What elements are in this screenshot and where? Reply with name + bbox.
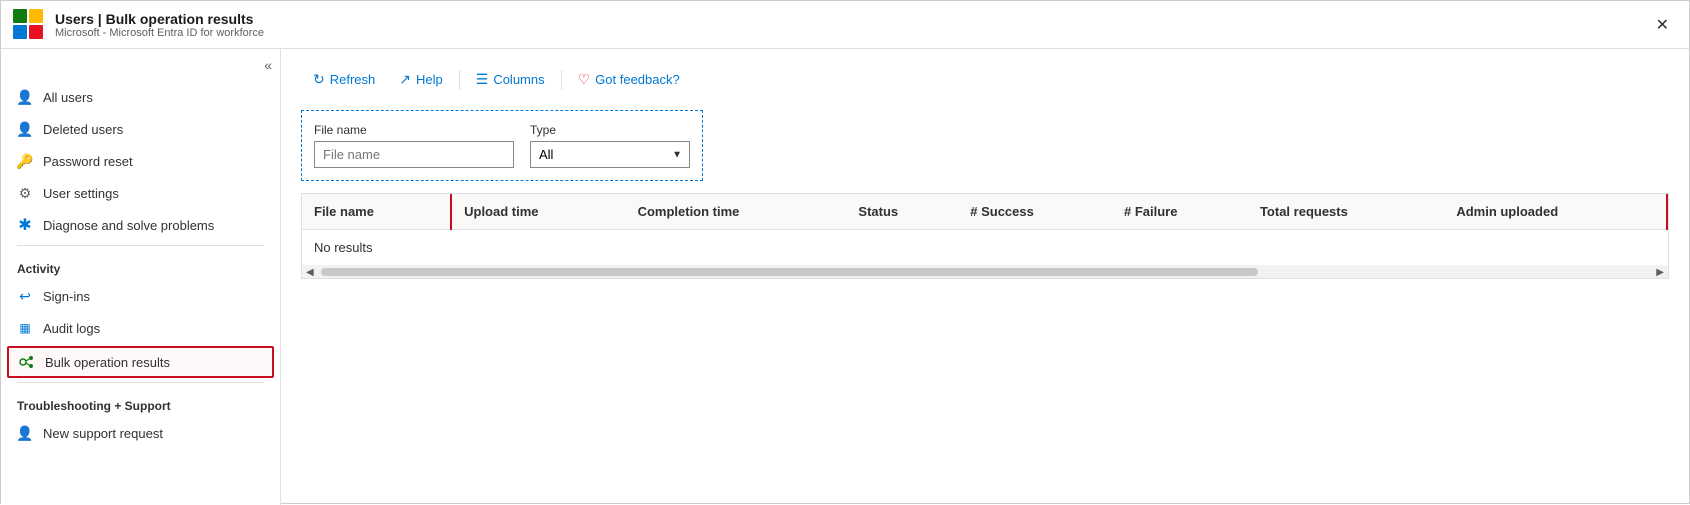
sidebar-item-sign-ins[interactable]: ↩ Sign-ins (1, 280, 280, 312)
no-results-text: No results (302, 230, 1667, 266)
columns-icon: ☰ (476, 71, 489, 88)
title-bar-left: Users | Bulk operation results Microsoft… (13, 9, 264, 41)
sidebar-item-new-support[interactable]: 👤 New support request (1, 417, 280, 449)
feedback-icon: ♡ (578, 71, 591, 88)
scrollbar-track[interactable] (316, 268, 1655, 276)
col-admin-uploaded: Admin uploaded (1444, 194, 1667, 230)
table-header-row: File name Upload time Completion time St… (302, 194, 1667, 230)
troubleshooting-section-label: Troubleshooting + Support (1, 387, 280, 417)
diagnose-icon: ✱ (17, 217, 33, 233)
collapse-button[interactable]: « (264, 57, 272, 73)
table-body: No results (302, 230, 1667, 266)
sidebar-item-label: All users (43, 90, 93, 105)
sidebar-item-label: Bulk operation results (45, 355, 170, 370)
table-header: File name Upload time Completion time St… (302, 194, 1667, 230)
horizontal-scrollbar[interactable]: ◀ ▶ (302, 266, 1668, 278)
close-button[interactable]: ✕ (1648, 11, 1677, 39)
sidebar-item-all-users[interactable]: 👤 All users (1, 81, 280, 113)
type-filter: Type All Bulk create Bulk invite Bulk de… (530, 123, 690, 168)
title-text: Users | Bulk operation results Microsoft… (55, 11, 264, 39)
refresh-label: Refresh (330, 72, 376, 87)
new-support-icon: 👤 (17, 425, 33, 441)
data-table: File name Upload time Completion time St… (302, 194, 1668, 266)
col-completion-time: Completion time (626, 194, 847, 230)
toolbar-divider-2 (561, 70, 562, 90)
sidebar-item-deleted-users[interactable]: 👤 Deleted users (1, 113, 280, 145)
file-name-label: File name (314, 123, 514, 137)
sidebar-item-label: Password reset (43, 154, 133, 169)
sidebar-item-user-settings[interactable]: ⚙ User settings (1, 177, 280, 209)
feedback-button[interactable]: ♡ Got feedback? (566, 65, 692, 94)
sidebar-item-label: User settings (43, 186, 119, 201)
file-name-filter: File name (314, 123, 514, 168)
feedback-label: Got feedback? (595, 72, 680, 87)
sidebar-item-label: Deleted users (43, 122, 123, 137)
scroll-left-icon[interactable]: ◀ (304, 267, 316, 278)
help-label: Help (416, 72, 443, 87)
main-layout: « 👤 All users 👤 Deleted users 🔑 Password… (1, 49, 1689, 505)
scrollbar-thumb[interactable] (321, 268, 1258, 276)
col-upload-time: Upload time (451, 194, 625, 230)
title-bar: Users | Bulk operation results Microsoft… (1, 1, 1689, 49)
sidebar-item-audit-logs[interactable]: ▦ Audit logs (1, 312, 280, 344)
no-results-row: No results (302, 230, 1667, 266)
divider-troubleshooting (17, 382, 264, 383)
bulk-operation-icon (19, 354, 35, 370)
sidebar-collapse: « (1, 57, 280, 81)
sidebar-item-bulk-operation-highlight: Bulk operation results (7, 346, 274, 378)
refresh-button[interactable]: ↻ Refresh (301, 65, 387, 94)
all-users-icon: 👤 (17, 89, 33, 105)
page-title: Users | Bulk operation results (55, 11, 264, 27)
columns-label: Columns (493, 72, 544, 87)
columns-button[interactable]: ☰ Columns (464, 65, 557, 94)
toolbar-divider-1 (459, 70, 460, 90)
sign-ins-icon: ↩ (17, 288, 33, 304)
content-area: ↻ Refresh ↗ Help ☰ Columns ♡ Got feedbac… (281, 49, 1689, 505)
col-file-name: File name (302, 194, 451, 230)
type-label: Type (530, 123, 690, 137)
sidebar-item-label: Audit logs (43, 321, 100, 336)
col-total-requests: Total requests (1248, 194, 1444, 230)
type-select-wrapper: All Bulk create Bulk invite Bulk delete … (530, 141, 690, 168)
page-subtitle: Microsoft - Microsoft Entra ID for workf… (55, 27, 264, 39)
type-select[interactable]: All Bulk create Bulk invite Bulk delete (530, 141, 690, 168)
col-success: # Success (958, 194, 1112, 230)
filters-container: File name Type All Bulk create Bulk invi… (301, 110, 703, 181)
sidebar: « 👤 All users 👤 Deleted users 🔑 Password… (1, 49, 281, 505)
sidebar-item-password-reset[interactable]: 🔑 Password reset (1, 145, 280, 177)
file-name-input[interactable] (314, 141, 514, 168)
help-icon: ↗ (399, 71, 411, 88)
sidebar-item-label: Diagnose and solve problems (43, 218, 214, 233)
password-reset-icon: 🔑 (17, 153, 33, 169)
sidebar-item-diagnose[interactable]: ✱ Diagnose and solve problems (1, 209, 280, 241)
sidebar-item-label: New support request (43, 426, 163, 441)
user-settings-icon: ⚙ (17, 185, 33, 201)
col-failure: # Failure (1112, 194, 1248, 230)
sidebar-item-label: Sign-ins (43, 289, 90, 304)
refresh-icon: ↻ (313, 71, 325, 88)
audit-logs-icon: ▦ (17, 320, 33, 336)
activity-section-label: Activity (1, 250, 280, 280)
toolbar: ↻ Refresh ↗ Help ☰ Columns ♡ Got feedbac… (301, 65, 1669, 94)
sidebar-item-bulk-operation[interactable]: Bulk operation results (9, 348, 272, 376)
divider-activity (17, 245, 264, 246)
app-logo (13, 9, 45, 41)
table-container: File name Upload time Completion time St… (301, 193, 1669, 279)
deleted-users-icon: 👤 (17, 121, 33, 137)
scroll-right-icon[interactable]: ▶ (1654, 267, 1666, 278)
col-status: Status (846, 194, 958, 230)
help-button[interactable]: ↗ Help (387, 65, 454, 94)
